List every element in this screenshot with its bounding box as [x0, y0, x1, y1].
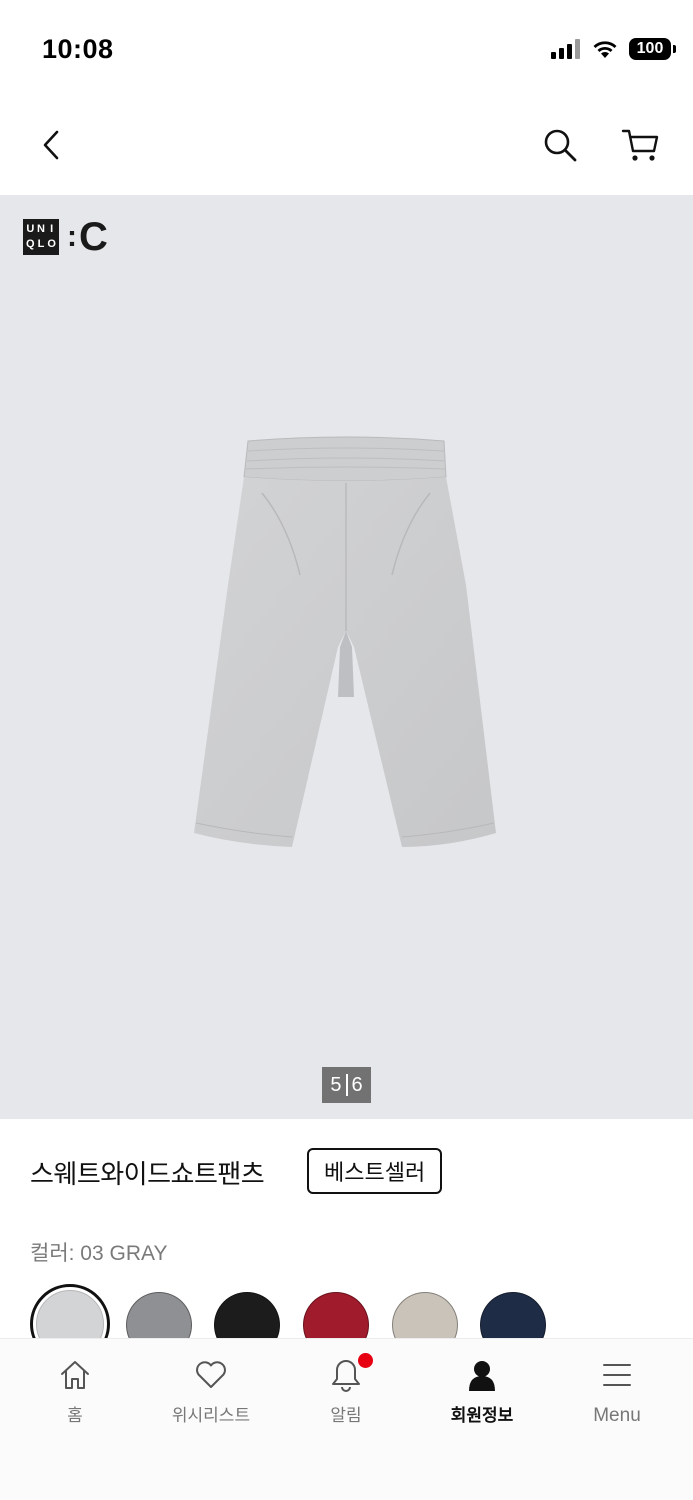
cart-button[interactable] — [615, 120, 665, 170]
tab-member-info-label: 회원정보 — [450, 1406, 514, 1426]
sub-brand-logo: :C — [67, 215, 108, 259]
selected-color-label: 컬러: 03 GRAY — [30, 1242, 168, 1265]
tab-menu[interactable]: Menu — [557, 1357, 677, 1427]
brand-logo: U N I Q L O :C — [23, 215, 108, 259]
user-icon — [469, 1361, 495, 1391]
tab-wishlist[interactable]: 위시리스트 — [151, 1357, 271, 1427]
search-icon — [544, 129, 577, 162]
status-time: 10:08 — [42, 34, 114, 64]
tab-home[interactable]: 홈 — [15, 1357, 135, 1427]
product-image-gallery[interactable]: U N I Q L O :C 5 6 — [0, 195, 693, 1119]
battery-indicator: 100 — [629, 38, 676, 60]
total-pages: 6 — [351, 1073, 363, 1096]
bell-icon — [332, 1360, 360, 1392]
signal-icon — [551, 39, 580, 59]
uniqlo-logo: U N I Q L O — [23, 219, 59, 255]
wifi-icon — [593, 41, 617, 58]
tab-wishlist-label: 위시리스트 — [171, 1406, 251, 1426]
product-image — [194, 436, 496, 847]
product-name: 스웨트와이드쇼트팬츠 — [30, 1160, 265, 1190]
current-page: 5 — [330, 1073, 342, 1096]
bestseller-badge: 베스트셀러 — [307, 1148, 443, 1194]
bottom-tab-bar: 홈 위시리스트 알림 회원정보 Menu — [0, 1338, 693, 1500]
image-page-indicator: 5 6 — [322, 1067, 371, 1103]
chevron-left-icon — [43, 130, 59, 160]
battery-level: 100 — [636, 40, 664, 57]
tab-member-info[interactable]: 회원정보 — [422, 1357, 542, 1427]
navigation-bar — [0, 96, 693, 195]
product-info: 스웨트와이드쇼트팬츠 베스트셀러 컬러: 03 GRAY — [0, 1119, 693, 1364]
status-icons: 100 — [551, 38, 676, 60]
search-button[interactable] — [535, 120, 585, 170]
tab-notifications-label: 알림 — [330, 1406, 362, 1426]
cart-icon — [621, 129, 659, 161]
tab-menu-label: Menu — [593, 1405, 641, 1426]
heart-icon — [196, 1361, 226, 1388]
menu-icon — [603, 1364, 631, 1386]
tab-home-label: 홈 — [67, 1406, 83, 1426]
status-bar: 10:08 100 — [0, 0, 693, 96]
back-button[interactable] — [26, 120, 76, 170]
tab-notifications[interactable]: 알림 — [286, 1353, 406, 1427]
home-icon — [61, 1361, 89, 1389]
notification-dot — [358, 1353, 373, 1368]
